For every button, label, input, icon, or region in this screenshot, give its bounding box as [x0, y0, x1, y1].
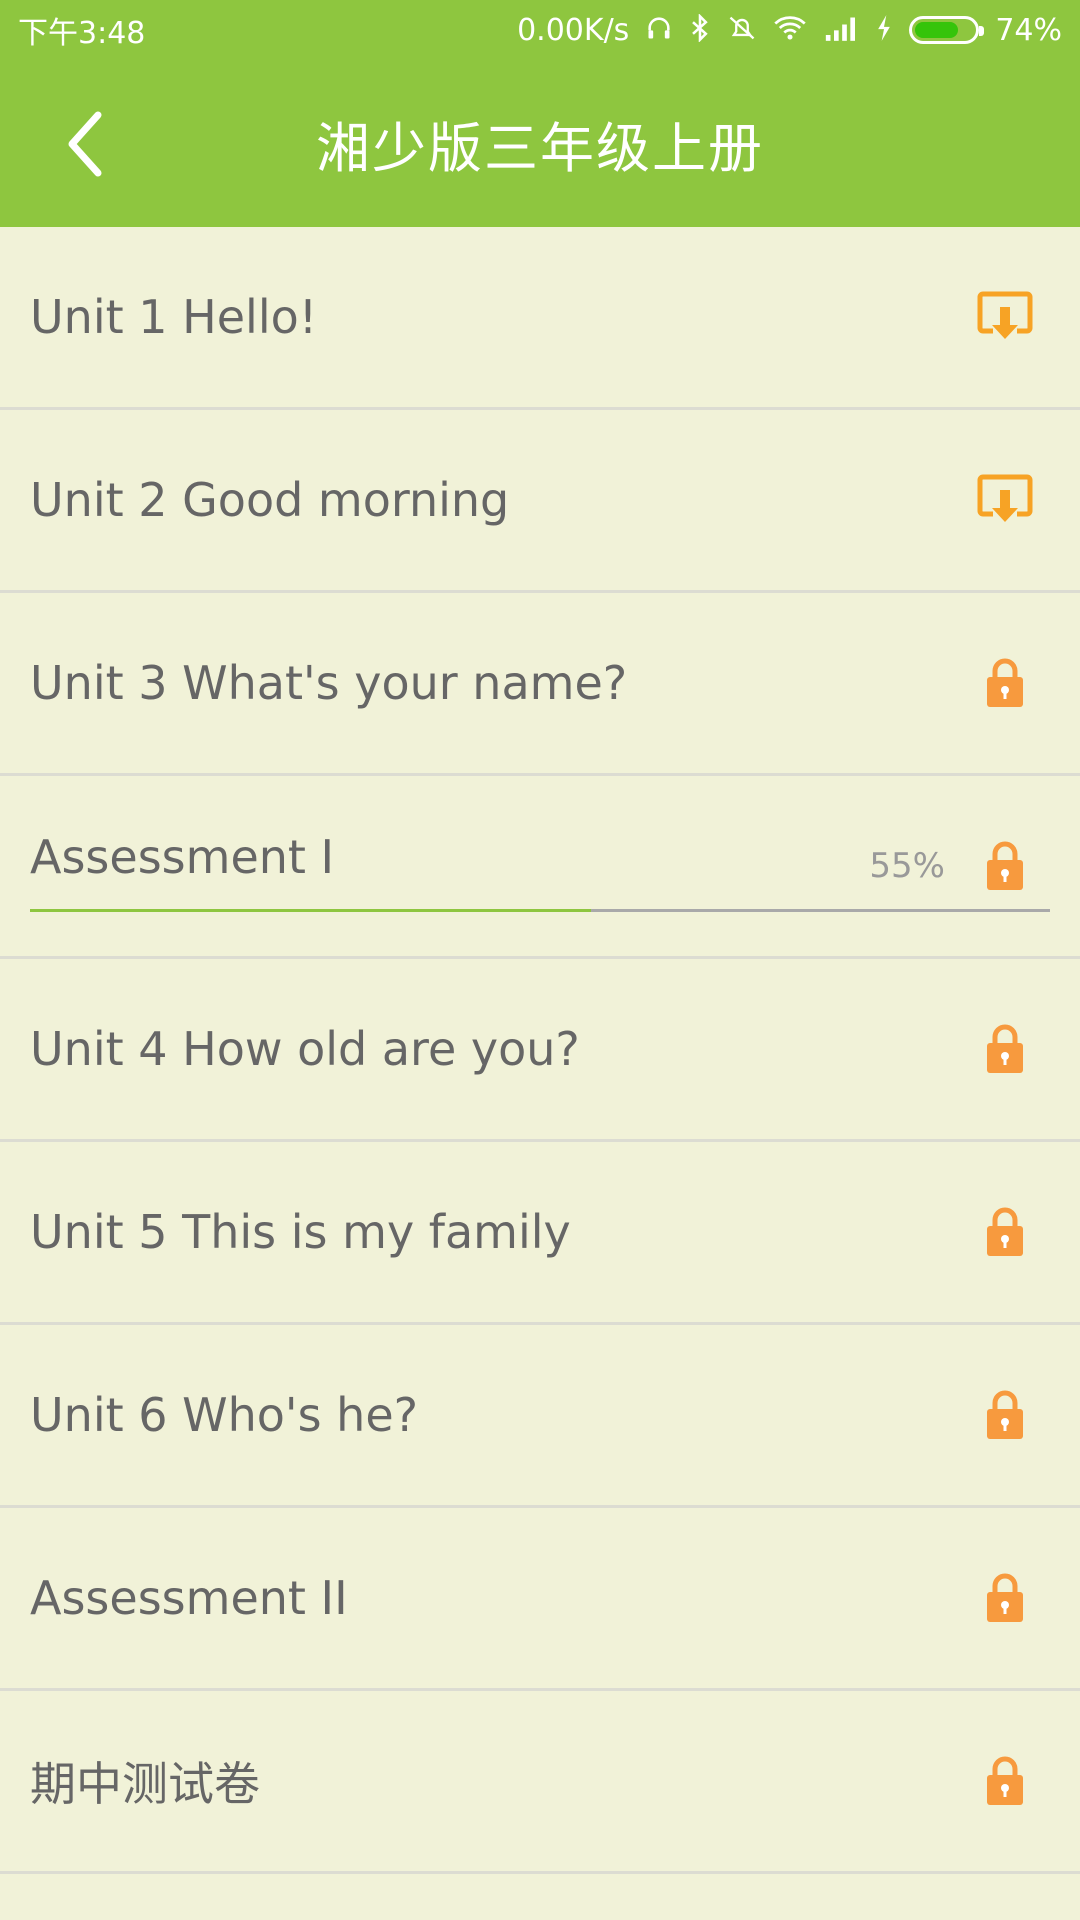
lock-icon — [975, 1751, 1035, 1811]
unit-title: Unit 4 How old are you? — [30, 1022, 580, 1076]
list-item[interactable]: Unit 3 What's your name? — [0, 593, 1080, 776]
chevron-left-icon — [68, 111, 102, 176]
unit-title: Unit 3 What's your name? — [30, 656, 628, 710]
status-time: 下午3:48 — [18, 16, 146, 51]
lock-icon — [975, 836, 1035, 896]
bluetooth-icon — [689, 12, 711, 47]
signal-icon — [823, 14, 859, 47]
list-item[interactable]: 期中测试卷 — [0, 1691, 1080, 1874]
net-speed: 0.00K/s — [517, 12, 630, 48]
unit-title: Assessment I — [30, 830, 335, 884]
wifi-icon — [773, 14, 807, 47]
list-item[interactable]: Unit 4 How old are you? — [0, 959, 1080, 1142]
list-item[interactable]: Unit 2 Good morning — [0, 410, 1080, 593]
lock-icon — [975, 653, 1035, 713]
unit-title: 期中测试卷 — [30, 1757, 260, 1811]
unit-title: Unit 6 Who's he? — [30, 1388, 419, 1442]
list-item[interactable]: Unit 1 Hello! — [0, 227, 1080, 410]
battery-icon — [909, 16, 985, 44]
unit-title: Assessment II — [30, 1571, 348, 1625]
battery-percent: 74% — [995, 12, 1062, 48]
download-icon[interactable] — [975, 470, 1035, 530]
unit-title: Unit 1 Hello! — [30, 290, 318, 344]
lock-icon — [975, 1019, 1035, 1079]
unit-list: Unit 1 Hello! Unit 2 Good morning Unit 3 W… — [0, 227, 1080, 1874]
back-button[interactable] — [50, 109, 120, 179]
lock-icon — [975, 1202, 1035, 1262]
lock-icon — [975, 1385, 1035, 1445]
app-bar: 湘少版三年级上册 — [0, 60, 1080, 227]
charging-icon — [875, 14, 893, 47]
list-item[interactable]: Unit 5 This is my family — [0, 1142, 1080, 1325]
unit-title: Unit 2 Good morning — [30, 473, 510, 527]
progress-bar — [30, 909, 1050, 912]
battery-level — [915, 22, 959, 38]
status-indicators: 0.00K/s 74% — [517, 13, 1062, 48]
list-item[interactable]: Assessment II — [0, 1508, 1080, 1691]
progress-percent: 55% — [869, 846, 945, 886]
progress-bar-fill — [30, 909, 591, 912]
download-icon[interactable] — [975, 287, 1035, 347]
status-bar: 下午3:48 0.00K/s 74% — [0, 0, 1080, 60]
battery-cap — [979, 26, 985, 36]
unit-title: Unit 5 This is my family — [30, 1205, 571, 1259]
page-title: 湘少版三年级上册 — [316, 117, 764, 180]
headset-icon — [645, 14, 673, 47]
vibrate-icon — [727, 14, 757, 47]
list-item[interactable]: Assessment I 55% — [0, 776, 1080, 959]
list-item[interactable]: Unit 6 Who's he? — [0, 1325, 1080, 1508]
lock-icon — [975, 1568, 1035, 1628]
